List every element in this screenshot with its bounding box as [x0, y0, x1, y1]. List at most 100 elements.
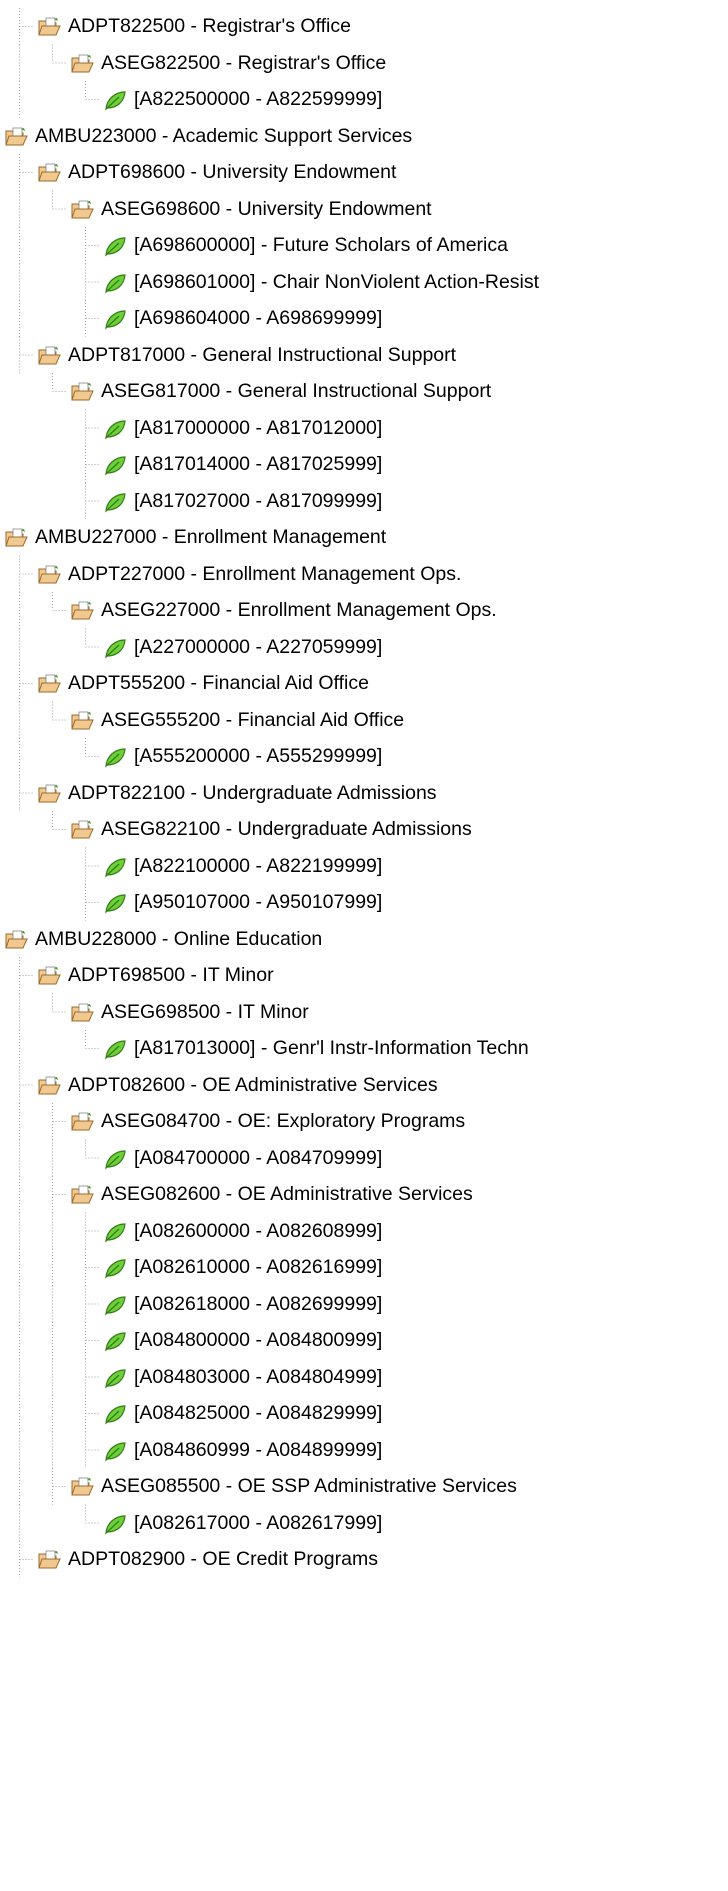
green-leaf-icon: [103, 637, 127, 659]
tree-node-leaf[interactable]: [A084800000 - A084800999]: [0, 1322, 728, 1358]
open-folder-icon: [37, 1075, 61, 1097]
green-leaf-icon: [103, 856, 127, 878]
green-leaf-icon: [103, 746, 127, 768]
open-folder-icon: [37, 673, 61, 695]
tree-node-label[interactable]: [A817027000 - A817099999]: [134, 490, 382, 512]
tree-node-folder[interactable]: ASEG085500 - OE SSP Administrative Servi…: [0, 1468, 728, 1504]
tree-node-label[interactable]: ADPT822500 - Registrar's Office: [68, 15, 351, 37]
tree-node-leaf[interactable]: [A082610000 - A082616999]: [0, 1249, 728, 1285]
green-leaf-icon: [103, 308, 127, 330]
tree-node-folder[interactable]: ASEG084700 - OE: Exploratory Programs: [0, 1103, 728, 1139]
tree-node-folder[interactable]: ADPT082900 - OE Credit Programs: [0, 1541, 728, 1577]
tree-node-label[interactable]: ADPT698500 - IT Minor: [68, 964, 274, 986]
tree-node-label[interactable]: ASEG822500 - Registrar's Office: [101, 52, 386, 74]
tree-node-label[interactable]: [A817000000 - A817012000]: [134, 417, 382, 439]
tree-node-label[interactable]: [A817014000 - A817025999]: [134, 453, 382, 475]
tree-node-leaf[interactable]: [A084700000 - A084709999]: [0, 1140, 728, 1176]
tree-node-leaf[interactable]: [A698601000] - Chair NonViolent Action-R…: [0, 264, 728, 300]
tree-node-label[interactable]: ADPT698600 - University Endowment: [68, 161, 396, 183]
tree-node-folder[interactable]: ASEG227000 - Enrollment Management Ops.: [0, 592, 728, 628]
tree-node-label[interactable]: ASEG084700 - OE: Exploratory Programs: [101, 1110, 465, 1132]
tree-node-folder[interactable]: ASEG822500 - Registrar's Office: [0, 45, 728, 81]
tree-node-label[interactable]: [A084800000 - A084800999]: [134, 1329, 382, 1351]
tree-node-folder[interactable]: ASEG817000 - General Instructional Suppo…: [0, 373, 728, 409]
tree-node-label[interactable]: [A084860999 - A084899999]: [134, 1439, 382, 1461]
tree-node-label[interactable]: ASEG817000 - General Instructional Suppo…: [101, 380, 491, 402]
tree-node-label[interactable]: ASEG082600 - OE Administrative Services: [101, 1183, 473, 1205]
tree-node-label[interactable]: AMBU228000 - Online Education: [35, 928, 322, 950]
tree-node-folder[interactable]: ASEG698600 - University Endowment: [0, 191, 728, 227]
tree-node-leaf[interactable]: [A698604000 - A698699999]: [0, 300, 728, 336]
tree-node-label[interactable]: [A817013000] - Genr'l Instr-Information …: [134, 1037, 529, 1059]
tree-node-label[interactable]: [A950107000 - A950107999]: [134, 891, 382, 913]
tree-node-folder[interactable]: AMBU223000 - Academic Support Services: [0, 118, 728, 154]
tree-node-folder[interactable]: ADPT082600 - OE Administrative Services: [0, 1067, 728, 1103]
tree-node-label[interactable]: ASEG698600 - University Endowment: [101, 198, 432, 220]
tree-node-label[interactable]: [A084803000 - A084804999]: [134, 1366, 382, 1388]
tree-node-label[interactable]: [A698600000] - Future Scholars of Americ…: [134, 234, 508, 256]
tree-node-folder[interactable]: ADPT698600 - University Endowment: [0, 154, 728, 190]
tree-node-leaf[interactable]: [A817013000] - Genr'l Instr-Information …: [0, 1030, 728, 1066]
tree-node-label[interactable]: [A698601000] - Chair NonViolent Action-R…: [134, 271, 539, 293]
tree-node-leaf[interactable]: [A950107000 - A950107999]: [0, 884, 728, 920]
tree-node-label[interactable]: [A084825000 - A084829999]: [134, 1402, 382, 1424]
tree-node-folder[interactable]: ADPT698500 - IT Minor: [0, 957, 728, 993]
tree-node-label[interactable]: ADPT227000 - Enrollment Management Ops.: [68, 563, 461, 585]
tree-node-leaf[interactable]: [A555200000 - A555299999]: [0, 738, 728, 774]
tree-node-label[interactable]: ADPT555200 - Financial Aid Office: [68, 672, 369, 694]
tree-node-folder[interactable]: AMBU227000 - Enrollment Management: [0, 519, 728, 555]
tree-node-folder[interactable]: ASEG698500 - IT Minor: [0, 994, 728, 1030]
tree-node-leaf[interactable]: [A817000000 - A817012000]: [0, 410, 728, 446]
green-leaf-icon: [103, 418, 127, 440]
tree-node-label[interactable]: [A082600000 - A082608999]: [134, 1220, 382, 1242]
tree-node-label[interactable]: [A822500000 - A822599999]: [134, 88, 382, 110]
tree-node-label[interactable]: ASEG698500 - IT Minor: [101, 1001, 309, 1023]
green-leaf-icon: [103, 1294, 127, 1316]
tree-node-leaf[interactable]: [A822500000 - A822599999]: [0, 81, 728, 117]
open-folder-icon: [37, 16, 61, 38]
tree-node-folder[interactable]: ASEG555200 - Financial Aid Office: [0, 702, 728, 738]
tree-node-label[interactable]: AMBU227000 - Enrollment Management: [35, 526, 386, 548]
tree-node-label[interactable]: [A555200000 - A555299999]: [134, 745, 382, 767]
open-folder-icon: [70, 600, 94, 622]
tree-node-folder[interactable]: ADPT227000 - Enrollment Management Ops.: [0, 556, 728, 592]
tree-node-label[interactable]: ADPT817000 - General Instructional Suppo…: [68, 344, 456, 366]
tree-node-label[interactable]: ADPT082600 - OE Administrative Services: [68, 1074, 438, 1096]
tree-node-label[interactable]: ASEG555200 - Financial Aid Office: [101, 709, 404, 731]
tree-node-label[interactable]: ADPT822100 - Undergraduate Admissions: [68, 782, 437, 804]
tree-node-label[interactable]: [A082617000 - A082617999]: [134, 1512, 382, 1534]
tree-node-folder[interactable]: ADPT555200 - Financial Aid Office: [0, 665, 728, 701]
tree-node-folder[interactable]: ADPT817000 - General Instructional Suppo…: [0, 337, 728, 373]
tree-node-label[interactable]: [A698604000 - A698699999]: [134, 307, 382, 329]
tree-node-leaf[interactable]: [A082618000 - A082699999]: [0, 1286, 728, 1322]
open-folder-icon: [70, 53, 94, 75]
tree-node-label[interactable]: [A822100000 - A822199999]: [134, 855, 382, 877]
tree-node-label[interactable]: [A227000000 - A227059999]: [134, 636, 382, 658]
tree-node-leaf[interactable]: [A817014000 - A817025999]: [0, 446, 728, 482]
open-folder-icon: [37, 783, 61, 805]
tree-node-label[interactable]: [A082618000 - A082699999]: [134, 1293, 382, 1315]
tree-node-leaf[interactable]: [A817027000 - A817099999]: [0, 483, 728, 519]
tree-node-leaf[interactable]: [A084860999 - A084899999]: [0, 1432, 728, 1468]
tree-node-folder[interactable]: ASEG082600 - OE Administrative Services: [0, 1176, 728, 1212]
tree-node-label[interactable]: ASEG227000 - Enrollment Management Ops.: [101, 599, 497, 621]
open-folder-icon: [70, 381, 94, 403]
tree-node-label[interactable]: ASEG822100 - Undergraduate Admissions: [101, 818, 472, 840]
tree-node-leaf[interactable]: [A822100000 - A822199999]: [0, 848, 728, 884]
tree-node-folder[interactable]: ASEG822100 - Undergraduate Admissions: [0, 811, 728, 847]
tree-node-label[interactable]: ADPT082900 - OE Credit Programs: [68, 1548, 378, 1570]
tree-node-leaf[interactable]: [A227000000 - A227059999]: [0, 629, 728, 665]
tree-node-leaf[interactable]: [A084825000 - A084829999]: [0, 1395, 728, 1431]
tree-node-label[interactable]: [A082610000 - A082616999]: [134, 1256, 382, 1278]
green-leaf-icon: [103, 1367, 127, 1389]
tree-node-leaf[interactable]: [A082617000 - A082617999]: [0, 1505, 728, 1541]
tree-node-folder[interactable]: AMBU228000 - Online Education: [0, 921, 728, 957]
tree-node-leaf[interactable]: [A084803000 - A084804999]: [0, 1359, 728, 1395]
tree-node-folder[interactable]: ADPT822500 - Registrar's Office: [0, 8, 728, 44]
tree-node-leaf[interactable]: [A698600000] - Future Scholars of Americ…: [0, 227, 728, 263]
tree-node-label[interactable]: [A084700000 - A084709999]: [134, 1147, 382, 1169]
tree-node-leaf[interactable]: [A082600000 - A082608999]: [0, 1213, 728, 1249]
tree-node-label[interactable]: AMBU223000 - Academic Support Services: [35, 125, 412, 147]
tree-node-folder[interactable]: ADPT822100 - Undergraduate Admissions: [0, 775, 728, 811]
tree-node-label[interactable]: ASEG085500 - OE SSP Administrative Servi…: [101, 1475, 517, 1497]
